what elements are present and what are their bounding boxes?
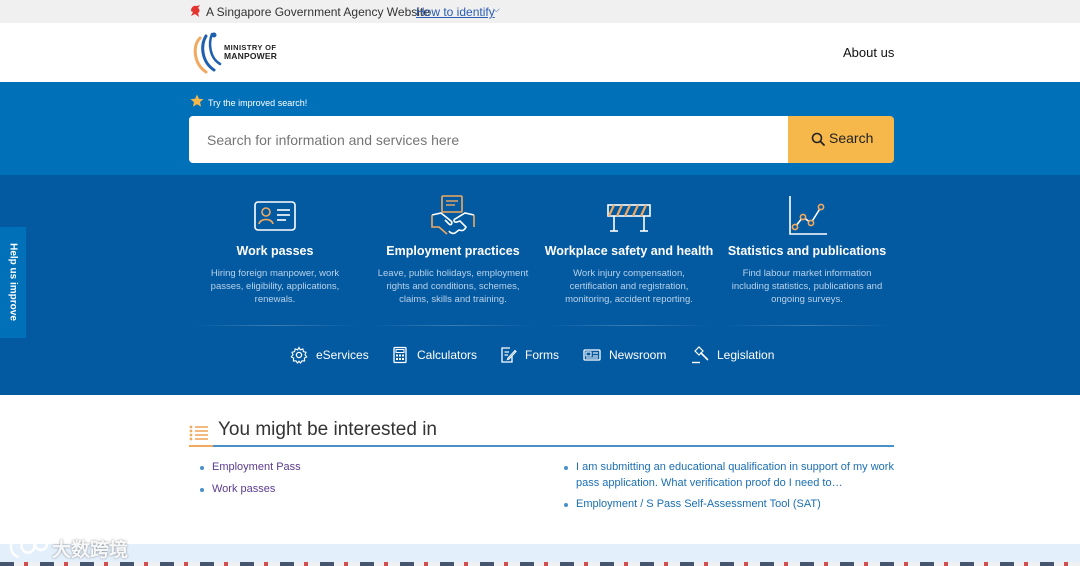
how-to-identify-link[interactable]: How to identify [416, 5, 495, 19]
quicklink-label: Newsroom [609, 348, 667, 362]
category-description: Leave, public holidays, employment right… [377, 268, 529, 305]
quicklink-label: eServices [316, 348, 369, 362]
search-input[interactable] [189, 116, 789, 163]
list-icon [189, 425, 208, 441]
interested-link-sat-tool[interactable]: Employment / S Pass Self-Assessment Tool… [564, 497, 894, 513]
mom-logo-icon[interactable] [188, 30, 228, 77]
bullet [200, 466, 204, 470]
category-workplace-safety[interactable]: Workplace safety and health Work injury … [541, 175, 717, 327]
category-description: Find labour market information including… [731, 268, 883, 305]
category-title: Statistics and publications [727, 244, 887, 258]
gov-masthead: A Singapore Government Agency Website Ho… [0, 0, 1080, 23]
watermark-text: 大数跨境 [52, 540, 129, 561]
line-chart-icon [789, 196, 827, 235]
link-text: Employment Pass [212, 461, 301, 473]
interested-link-work-passes[interactable]: Work passes [200, 482, 530, 498]
search-button-label: Search [829, 130, 874, 146]
bullet [200, 488, 204, 492]
category-title: Work passes [236, 244, 314, 258]
heading-underline [189, 445, 894, 447]
next-section-strip [0, 562, 1080, 566]
gavel-icon [692, 346, 709, 364]
category-description: Hiring foreign manpower, work passes, el… [210, 268, 340, 305]
card-divider [724, 325, 890, 326]
interested-link-verification-proof[interactable]: I am submitting an educational qualifica… [564, 460, 894, 491]
feedback-tab[interactable]: Help us improve [0, 227, 26, 338]
card-divider [370, 325, 536, 326]
feedback-label: Help us improve [7, 243, 19, 321]
category-work-passes[interactable]: Work passes Hiring foreign manpower, wor… [187, 175, 363, 327]
watermark-logo-icon [9, 536, 49, 559]
category-employment-practices[interactable]: Employment practices Leave, public holid… [365, 175, 541, 327]
watermark: 大数跨境 [8, 532, 148, 562]
calculator-icon [393, 346, 407, 364]
interested-heading: You might be interested in [218, 419, 438, 440]
bullet [564, 466, 568, 470]
handshake-icon [431, 195, 475, 235]
category-description: Work injury compensation, certification … [565, 268, 693, 305]
mom-logo-text[interactable]: MINISTRY OF MANPOWER [224, 43, 277, 61]
link-text: Employment / S Pass Self-Assessment Tool… [576, 498, 821, 510]
category-statistics-publications[interactable]: Statistics and publications Find labour … [719, 175, 895, 327]
newspaper-icon [583, 349, 601, 361]
masthead-text: A Singapore Government Agency Website [206, 5, 430, 19]
id-card-icon [254, 201, 296, 231]
bullet [564, 503, 568, 507]
search-section: Try the improved search! Search [0, 82, 1080, 175]
site-header: MINISTRY OF MANPOWER About us [0, 23, 1080, 82]
categories-section: Work passes Hiring foreign manpower, wor… [0, 175, 1080, 395]
barrier-icon [607, 204, 651, 232]
card-divider [192, 325, 358, 326]
star-icon [190, 94, 204, 107]
chevron-down-icon[interactable]: ⌵ [493, 4, 500, 15]
category-title: Employment practices [386, 244, 520, 258]
lion-head-icon [191, 5, 200, 17]
card-divider [546, 325, 712, 326]
quicklink-label: Calculators [417, 348, 478, 362]
search-tip[interactable]: Try the improved search! [208, 98, 307, 108]
search-button[interactable]: Search [788, 116, 894, 163]
about-us-link[interactable]: About us [843, 45, 894, 60]
interested-link-employment-pass[interactable]: Employment Pass [200, 460, 530, 476]
link-text: I am submitting an educational qualifica… [576, 461, 894, 489]
gear-icon [290, 346, 308, 364]
search-icon [811, 132, 825, 146]
quicklink-label: Legislation [717, 348, 775, 362]
logo-line2: MANPOWER [224, 51, 278, 61]
form-icon [501, 347, 517, 363]
category-title: Workplace safety and health [544, 244, 714, 258]
link-text: Work passes [212, 483, 276, 495]
quicklink-label: Forms [525, 348, 559, 362]
